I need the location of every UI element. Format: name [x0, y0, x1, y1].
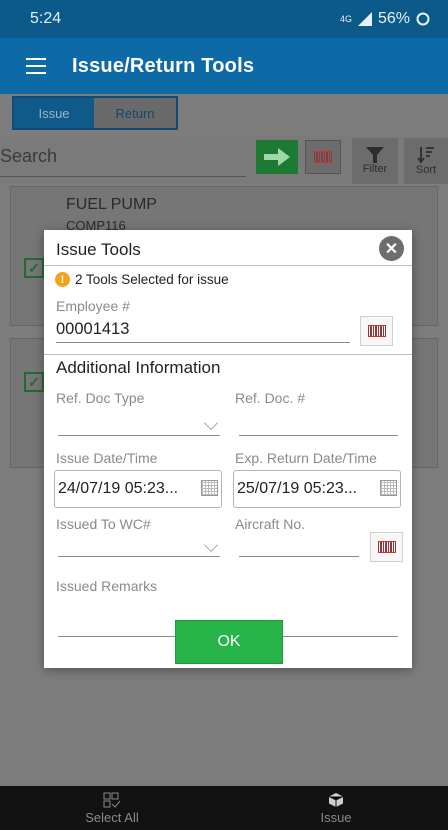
issue-datetime-field[interactable]: 24/07/19 05:23...	[54, 470, 222, 508]
section-title: Additional Information	[56, 358, 221, 377]
calendar-icon[interactable]	[201, 480, 218, 496]
ref-doc-type-label: Ref. Doc Type	[56, 390, 145, 406]
barcode-scan-button[interactable]	[305, 140, 341, 174]
chevron-down-icon	[203, 537, 219, 553]
search-input[interactable]: Search	[0, 146, 57, 167]
menu-icon[interactable]	[0, 38, 72, 94]
battery-percent: 56%	[377, 10, 410, 27]
close-icon[interactable]: ✕	[379, 236, 404, 261]
signal-icon	[357, 12, 372, 26]
aircraft-scan-button[interactable]	[370, 532, 403, 562]
tab-issue[interactable]: Issue	[14, 98, 94, 128]
issued-to-wc-select[interactable]	[58, 556, 220, 557]
select-all-button[interactable]: Select All	[0, 786, 224, 830]
go-button[interactable]	[256, 140, 298, 174]
filter-icon	[366, 147, 384, 163]
network-label: 4G	[339, 14, 352, 24]
sort-label: Sort	[415, 164, 437, 176]
warning-icon: !	[55, 272, 70, 287]
ref-doc-no-field[interactable]	[239, 435, 398, 436]
selection-warning: 2 Tools Selected for issue	[75, 272, 229, 287]
remarks-label: Issued Remarks	[56, 578, 158, 594]
bottom-action-bar: Select All Issue	[0, 786, 448, 830]
tab-return[interactable]: Return	[94, 98, 176, 128]
sort-icon	[417, 147, 434, 164]
ref-doc-no-label: Ref. Doc. #	[235, 390, 306, 406]
employee-scan-button[interactable]	[360, 316, 393, 346]
item-checkbox[interactable]: ✓	[24, 372, 44, 392]
page-title: Issue/Return Tools	[72, 54, 255, 77]
barcode-icon	[367, 325, 386, 337]
issue-button[interactable]: Issue	[224, 786, 448, 830]
ref-doc-type-select[interactable]	[58, 435, 220, 436]
filter-label: Filter	[362, 163, 388, 175]
barcode-icon	[314, 151, 332, 163]
item-checkbox[interactable]: ✓	[24, 258, 44, 278]
arrow-right-icon	[264, 148, 290, 166]
issue-label: Issue	[320, 809, 352, 825]
status-time: 5:24	[30, 10, 62, 27]
app-bar: Issue/Return Tools	[0, 38, 448, 94]
issue-return-toggle: Issue Return	[12, 96, 178, 130]
item-title: FUEL PUMP	[66, 196, 157, 213]
barcode-icon	[377, 541, 396, 553]
aircraft-label: Aircraft No.	[235, 516, 306, 532]
chevron-down-icon	[203, 415, 219, 431]
issue-datetime-value: 24/07/19 05:23...	[58, 480, 179, 497]
issue-tools-dialog: Issue Tools ✕ ! 2 Tools Selected for iss…	[44, 230, 412, 668]
exp-return-value: 25/07/19 05:23...	[237, 480, 358, 497]
status-indicators: 4G 56%	[340, 10, 430, 28]
box-icon	[328, 792, 344, 807]
status-bar: 5:24 4G 56%	[0, 0, 448, 38]
divider	[44, 265, 412, 266]
employee-label: Employee #	[56, 298, 130, 314]
exp-return-datetime-field[interactable]: 25/07/19 05:23...	[233, 470, 401, 508]
issued-to-wc-label: Issued To WC#	[56, 516, 151, 532]
calendar-icon[interactable]	[380, 480, 397, 496]
search-underline	[0, 176, 246, 177]
aircraft-field[interactable]	[239, 556, 359, 557]
ok-button[interactable]: OK	[175, 620, 283, 664]
battery-icon	[416, 12, 430, 26]
select-all-icon	[103, 792, 121, 808]
filter-button[interactable]: Filter	[352, 138, 398, 184]
issue-datetime-label: Issue Date/Time	[56, 450, 158, 466]
divider	[44, 354, 412, 355]
employee-underline	[56, 342, 350, 343]
dialog-title: Issue Tools	[56, 240, 141, 259]
sort-button[interactable]: Sort	[404, 138, 448, 184]
employee-field[interactable]: 00001413	[56, 320, 129, 339]
exp-return-label: Exp. Return Date/Time	[235, 450, 377, 466]
select-all-label: Select All	[85, 809, 139, 825]
